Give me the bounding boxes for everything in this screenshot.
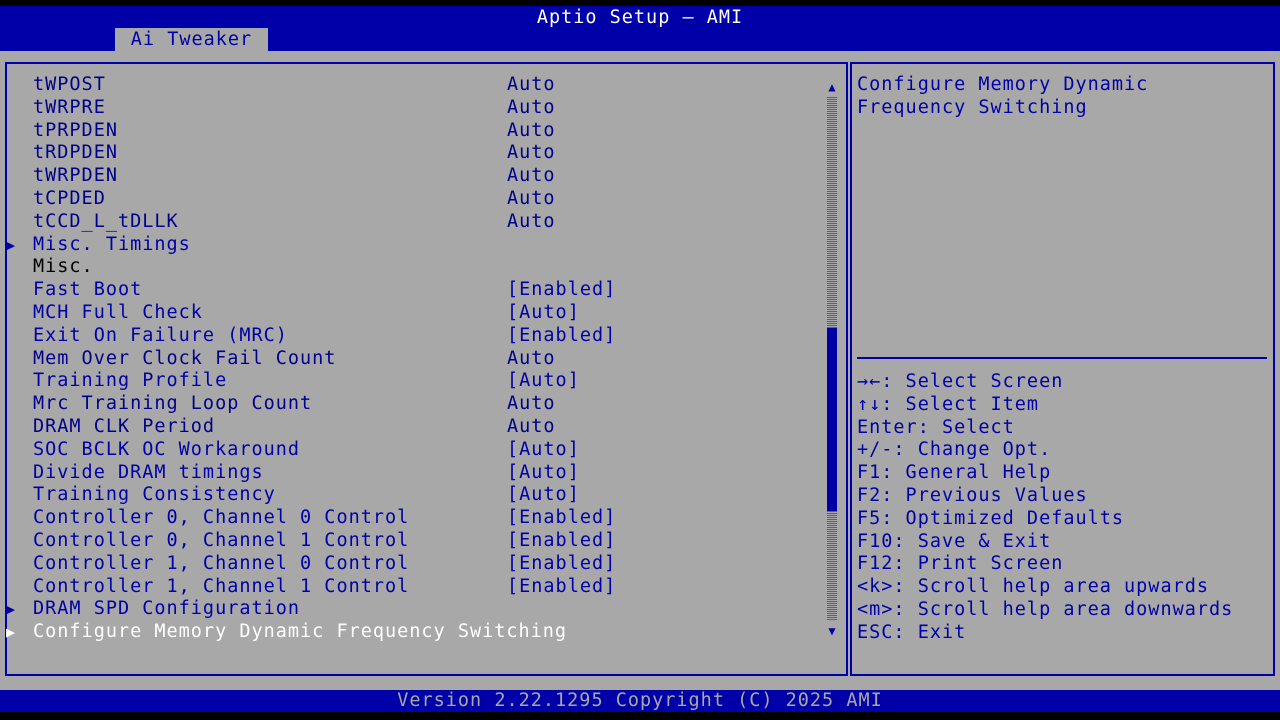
setting-label: Controller 1, Channel 0 Control xyxy=(33,552,410,574)
app-title: Aptio Setup – AMI xyxy=(536,7,744,28)
setting-value: Auto xyxy=(507,393,556,415)
setting-value[interactable]: [Auto] xyxy=(507,439,580,461)
setting-value: Auto xyxy=(507,416,556,437)
setting-value[interactable]: [Enabled] xyxy=(507,576,616,598)
key-hint: →←: Select Screen xyxy=(857,371,1064,392)
setting-value: Auto xyxy=(507,188,556,209)
title-bar: Aptio Setup – AMI Ai Tweaker xyxy=(0,6,1280,51)
setting-label: Mrc Training Loop Count xyxy=(33,393,313,415)
setting-label: Misc. xyxy=(33,256,94,278)
setting-label: tCCD_L_tDLLK xyxy=(33,210,179,232)
setting-label: Configure Memory Dynamic Frequency Switc… xyxy=(33,621,568,643)
submenu-arrow-icon: ▶ xyxy=(6,623,17,642)
scrollbar[interactable]: ▲ ▼ xyxy=(826,80,838,640)
setting-value: Auto xyxy=(507,74,556,95)
setting-label: Controller 1, Channel 1 Control xyxy=(33,575,410,597)
help-description-line: Frequency Switching xyxy=(857,97,1088,118)
key-hint: +/-: Change Opt. xyxy=(857,439,1052,461)
key-hint: F1: General Help xyxy=(857,462,1052,484)
key-hint: ↑↓: Select Item xyxy=(857,393,1040,415)
version-footer: Version 2.22.1295 Copyright (C) 2025 AMI xyxy=(0,690,1280,712)
key-hint: <k>: Scroll help area upwards xyxy=(857,576,1210,598)
help-divider xyxy=(857,357,1267,359)
setting-label: DRAM SPD Configuration xyxy=(33,598,301,620)
setting-label: tWRPDEN xyxy=(33,165,118,187)
key-hint: F10: Save & Exit xyxy=(857,530,1052,552)
submenu-arrow-icon: ▶ xyxy=(6,235,17,254)
setting-value: Auto xyxy=(507,347,556,369)
setting-value[interactable]: [Enabled] xyxy=(507,325,616,347)
setting-value[interactable]: [Enabled] xyxy=(507,553,616,575)
key-hint: <m>: Scroll help area downwards xyxy=(857,599,1234,620)
key-hint: F12: Print Screen xyxy=(857,553,1064,575)
setting-label: Training Profile xyxy=(33,370,228,392)
setting-value: Auto xyxy=(507,210,556,232)
submenu-arrow-icon: ▶ xyxy=(6,600,17,619)
scroll-thumb[interactable] xyxy=(827,327,837,511)
setting-label: tWPOST xyxy=(33,74,106,95)
setting-value: Auto xyxy=(507,96,556,118)
setting-label: Exit On Failure (MRC) xyxy=(33,324,288,346)
setting-value[interactable]: [Auto] xyxy=(507,370,580,392)
key-hint: F2: Previous Values xyxy=(857,485,1088,506)
setting-value[interactable]: [Auto] xyxy=(507,484,580,506)
setting-label: SOC BCLK OC Workaround xyxy=(33,438,301,460)
setting-label: tRDPDEN xyxy=(33,142,118,164)
setting-label: Fast Boot xyxy=(33,279,143,301)
setting-value: Auto xyxy=(507,119,556,141)
setting-label: MCH Full Check xyxy=(33,302,203,323)
key-hint: ESC: Exit xyxy=(857,621,967,643)
setting-value[interactable]: [Enabled] xyxy=(507,530,616,552)
bottom-border xyxy=(0,712,1280,720)
setting-label: DRAM CLK Period xyxy=(33,416,216,437)
setting-label: Mem Over Clock Fail Count xyxy=(33,347,337,369)
key-hint: Enter: Select xyxy=(857,416,1015,438)
setting-label: Misc. Timings xyxy=(33,233,191,255)
setting-value[interactable]: [Auto] xyxy=(507,302,580,324)
help-description-line: Configure Memory Dynamic xyxy=(857,74,1149,95)
setting-value[interactable]: [Auto] xyxy=(507,462,580,484)
setting-label: tPRPDEN xyxy=(33,119,118,141)
key-hint: F5: Optimized Defaults xyxy=(857,507,1125,529)
setting-label: Divide DRAM timings xyxy=(33,461,264,483)
setting-value: Auto xyxy=(507,165,556,187)
setting-label: tCPDED xyxy=(33,188,106,209)
setting-label: Training Consistency xyxy=(33,484,276,506)
tab-ai-tweaker[interactable]: Ai Tweaker xyxy=(115,28,268,51)
scroll-up-icon[interactable]: ▲ xyxy=(826,80,838,94)
setting-label: Controller 0, Channel 1 Control xyxy=(33,530,410,551)
setting-label: tWRPRE xyxy=(33,96,106,118)
setting-value[interactable]: [Enabled] xyxy=(507,507,616,529)
setting-value[interactable]: [Enabled] xyxy=(507,279,616,301)
setting-value: Auto xyxy=(507,142,556,164)
setting-label: Controller 0, Channel 0 Control xyxy=(33,507,410,529)
scroll-down-icon[interactable]: ▼ xyxy=(826,624,838,638)
